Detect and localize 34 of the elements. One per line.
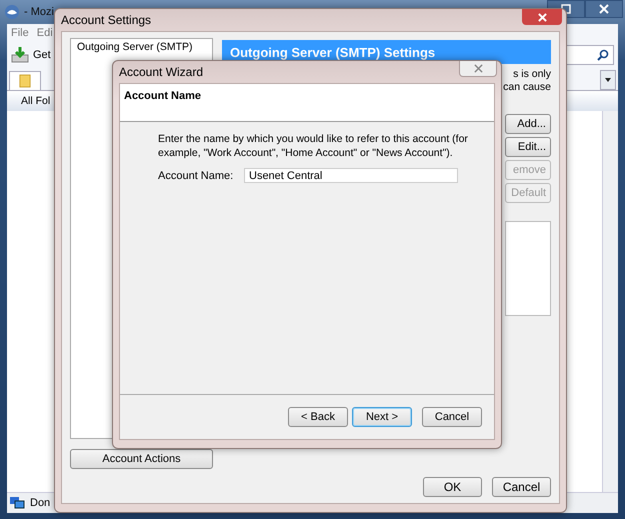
- status-text: Don: [30, 497, 50, 509]
- network-icon: [9, 496, 25, 510]
- get-mail-button[interactable]: Get: [11, 46, 51, 64]
- window-title: - Mozi: [24, 6, 54, 18]
- description-text: s is only: [513, 68, 551, 81]
- account-actions-button[interactable]: Account Actions: [70, 449, 213, 469]
- search-icon: [597, 49, 609, 61]
- menu-item[interactable]: Edi: [36, 27, 53, 39]
- field-label: Account Name:: [158, 170, 234, 182]
- instruction-text: Enter the name by which you would like to refer to this account (for example, "Work Account", "Home Account" or "News Account").: [158, 132, 469, 160]
- page-heading: Account Name: [124, 90, 202, 102]
- wizard-button[interactable]: Cancel: [422, 407, 482, 427]
- dialog-button[interactable]: Cancel: [492, 477, 551, 497]
- app-icon: [4, 4, 20, 20]
- account-list-item[interactable]: Outgoing Server (SMTP): [71, 39, 212, 55]
- download-tray-icon: [11, 46, 29, 64]
- close-button[interactable]: [522, 9, 562, 25]
- dialog-title: Account Settings: [61, 13, 152, 27]
- description-text: can cause: [503, 81, 551, 94]
- account-name-field[interactable]: Usenet Central: [244, 168, 458, 183]
- close-button[interactable]: [585, 0, 623, 18]
- dialog-title: Account Wizard: [119, 65, 204, 79]
- server-button[interactable]: Add...: [505, 114, 551, 134]
- wizard-button[interactable]: < Back: [288, 407, 348, 427]
- close-icon: [538, 12, 546, 22]
- scrollbar[interactable]: [602, 111, 618, 492]
- close-icon: [599, 4, 609, 14]
- close-icon: [474, 64, 482, 73]
- wizard-button[interactable]: Next >: [352, 407, 412, 427]
- server-button[interactable]: Edit...: [505, 137, 551, 157]
- folder-pane-header[interactable]: All Fol: [21, 95, 50, 107]
- menu-item[interactable]: File: [11, 27, 29, 39]
- folder-icon: [19, 74, 31, 88]
- dialog-button[interactable]: OK: [423, 477, 482, 497]
